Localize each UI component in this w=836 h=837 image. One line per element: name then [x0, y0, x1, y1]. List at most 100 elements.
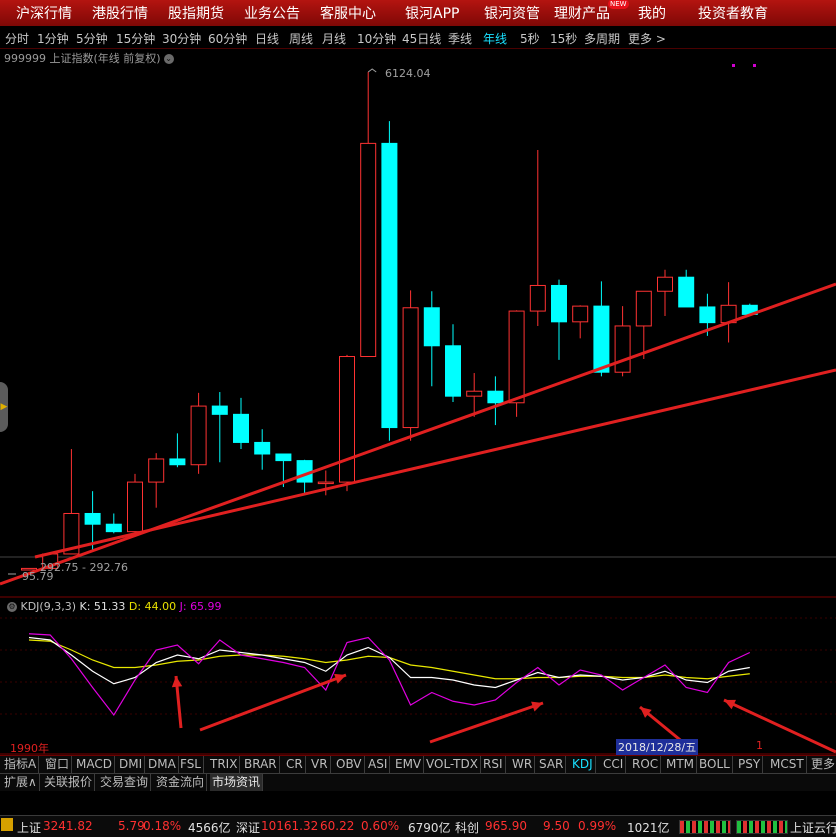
kc-pct: 0.99% [578, 819, 617, 833]
range-label: 292.75 - 292.76 [40, 561, 128, 574]
annotation-arrow [723, 698, 836, 754]
candle-up [190, 405, 207, 466]
sz-pct: 0.60% [361, 819, 400, 833]
candle-up [529, 284, 546, 312]
candle-down [381, 142, 398, 429]
candle-down [678, 276, 695, 308]
indicator-tab[interactable]: BOLL [697, 756, 733, 773]
kc-volume: 1021亿 [627, 821, 670, 835]
indicator-tab[interactable]: CCI [601, 756, 627, 773]
annotation-arrow [429, 701, 544, 744]
sh-pct: 0.18% [143, 819, 182, 833]
extension-tab-active[interactable]: 市场资讯 [210, 774, 264, 791]
extension-tab[interactable]: 交易查询 [98, 774, 152, 791]
indicator-tab[interactable]: 指标A [2, 756, 40, 773]
indicator-tab[interactable]: TRIX [208, 756, 241, 773]
sz-name: 深证 [236, 821, 261, 835]
indicator-tab[interactable]: WR [510, 756, 536, 773]
candle-down [169, 458, 186, 466]
candle-up [572, 305, 589, 323]
indicator-tab[interactable]: ASI [366, 756, 391, 773]
marker-dot [732, 64, 735, 67]
indicator-tab[interactable]: ROC [630, 756, 662, 773]
kdj-name: KDJ(9,3,3) [20, 600, 77, 613]
candle-down [487, 390, 504, 404]
candle-down [551, 284, 567, 323]
sz-volume: 6790亿 [408, 821, 451, 835]
status-bar: 上证 3241.82 5.79 0.18% 4566亿 深证 10161.32 … [0, 815, 836, 837]
start-year-label: 1990年 [10, 742, 49, 755]
indicator-tab[interactable]: MTM [664, 756, 698, 773]
sh-change: 5.79 [118, 819, 145, 833]
annotation-arrows [171, 673, 836, 754]
candle-up [127, 481, 143, 533]
indicator-tab[interactable]: MACD [74, 756, 115, 773]
candle-down [445, 345, 461, 397]
candle-up [508, 310, 525, 404]
kdj-k: 51.33 [93, 600, 126, 613]
indicator-tabs: 指标A 窗口 MACD DMI DMA FSL TRIX BRAR CR VR … [0, 755, 836, 773]
indicator-tab[interactable]: PSY [736, 756, 764, 773]
indicator-tab[interactable]: DMA [146, 756, 179, 773]
marker-dot [753, 64, 756, 67]
kdj-layer [28, 633, 751, 717]
candle-down [423, 307, 440, 347]
indicator-tab-more[interactable]: 更多 [809, 756, 836, 773]
indicator-tab[interactable]: VOL-TDX [424, 756, 481, 773]
candle-down [233, 413, 249, 443]
arrow-head [531, 701, 543, 712]
sh-volume: 4566亿 [188, 821, 231, 835]
indicator-tab[interactable]: BRAR [242, 756, 280, 773]
candle-layer [8, 68, 758, 575]
indicator-tab[interactable]: MCST [768, 756, 807, 773]
extension-tabs: 扩展∧ 关联报价 交易查询 资金流向 市场资讯 [0, 773, 836, 791]
cloud-label[interactable]: 上证云行 [790, 819, 836, 836]
indicator-tab[interactable]: RSI [481, 756, 506, 773]
extension-toggle[interactable]: 扩展∧ [2, 774, 40, 791]
indicator-tab[interactable]: VR [309, 756, 331, 773]
kdj-k-line [28, 636, 750, 689]
page-marker: 1 [756, 739, 763, 752]
candle-down [84, 512, 101, 525]
extension-tab[interactable]: 资金流向 [154, 774, 208, 791]
indicator-tab[interactable]: EMV [393, 756, 425, 773]
indicator-tab[interactable]: OBV [334, 756, 365, 773]
indicator-tab[interactable]: SAR [537, 756, 567, 773]
sz-change: 60.22 [320, 819, 355, 833]
high-marker [367, 68, 377, 73]
extension-tab[interactable]: 关联报价 [42, 774, 96, 791]
candle-up [635, 290, 652, 327]
settings-icon[interactable]: ⚙ [7, 602, 17, 612]
market-icon[interactable] [1, 818, 13, 831]
market-breadth-bars[interactable] [736, 820, 788, 834]
candle-up [360, 142, 377, 358]
indicator-tab-active[interactable]: KDJ [570, 756, 596, 773]
indicator-tab[interactable]: 窗口 [43, 756, 73, 773]
candle-up [148, 458, 165, 483]
candle-down [699, 306, 716, 324]
cursor-date: 2018/12/28/五 [616, 739, 699, 755]
sh-name: 上证 [17, 821, 42, 835]
kc-change: 9.50 [543, 819, 570, 833]
candle-down [211, 405, 228, 415]
kdj-header: ⚙ KDJ(9,3,3) K: 51.33 D: 44.00 J: 65.99 [7, 600, 222, 613]
kdj-j-line [28, 633, 751, 717]
annotation-arrow [199, 673, 347, 732]
indicator-tab[interactable]: DMI [117, 756, 146, 773]
kline-chart[interactable]: 6124.04 95.79 292.75 - 292.76 [0, 0, 836, 836]
indicator-tab[interactable]: FSL [178, 756, 204, 773]
expand-handle[interactable]: ▶ [0, 382, 8, 432]
kc-price: 965.90 [485, 819, 527, 833]
indicator-tab[interactable]: CR [284, 756, 306, 773]
kdj-d: 44.00 [144, 600, 177, 613]
candle-up [657, 276, 673, 292]
candle-down [254, 441, 271, 455]
candle-down [275, 453, 292, 462]
market-breadth-bars[interactable] [679, 820, 731, 834]
candle-down [593, 305, 610, 373]
high-price-label: 6124.04 [385, 67, 431, 80]
candle-down [105, 523, 122, 533]
candle-up [339, 356, 355, 483]
candle-up [466, 390, 483, 397]
sz-price: 10161.32 [261, 819, 319, 833]
